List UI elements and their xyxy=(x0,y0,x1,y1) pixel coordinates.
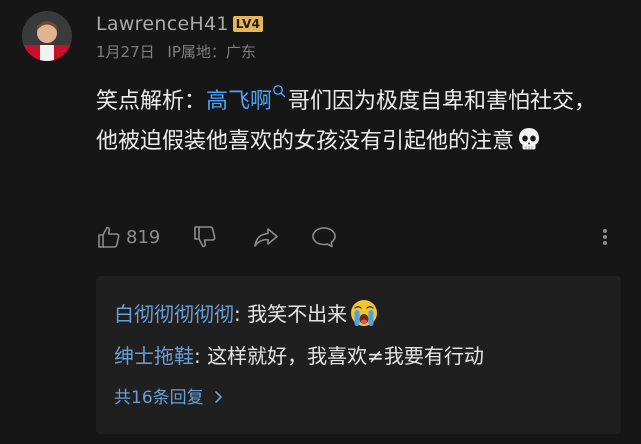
reply-separator: : xyxy=(234,302,248,326)
comment-text-prefix: 笑点解析： xyxy=(96,89,207,114)
thumbs-up-icon xyxy=(98,226,120,248)
reply-text: 我笑不出来 xyxy=(247,302,348,326)
dislike-button[interactable] xyxy=(192,222,218,252)
like-button[interactable]: 819 xyxy=(96,222,160,252)
comment-date: 1月27日 xyxy=(96,43,155,61)
view-all-replies-link[interactable]: 共16条回复 xyxy=(114,386,223,410)
chevron-right-icon xyxy=(215,391,222,403)
mention-text[interactable]: 高飞啊 xyxy=(206,89,272,114)
share-button[interactable] xyxy=(252,222,280,252)
comment-meta: 1月27日 IP属地：广东 xyxy=(96,42,256,62)
crying-emoji-icon xyxy=(351,300,378,326)
comment-actions: 819 xyxy=(96,222,621,252)
like-count: 819 xyxy=(126,226,161,248)
reply-text: 这样就好，我喜欢≠我要有行动 xyxy=(207,344,484,368)
level-badge: LV4 xyxy=(232,16,264,32)
ip-location: IP属地：广东 xyxy=(167,43,256,61)
comment-text: 笑点解析：高飞啊 哥们因为极度自卑和害怕社交，他被迫假装他喜欢的女孩没有引起他的注… xyxy=(96,82,616,162)
reply-item[interactable]: 白彻彻彻彻彻: 我笑不出来 xyxy=(114,298,379,328)
more-replies-label[interactable]: 共16条回复 xyxy=(114,388,204,408)
comment-card: LawrenceH41 LV4 1月27日 IP属地：广东 笑点解析：高飞啊 哥们因… xyxy=(0,0,641,444)
username[interactable]: LawrenceH41 LV4 xyxy=(96,12,264,36)
share-icon xyxy=(254,228,278,247)
reply-separator: : xyxy=(194,344,208,368)
more-options-button[interactable] xyxy=(599,222,611,252)
more-vertical-icon xyxy=(603,229,607,245)
reply-author[interactable]: 白彻彻彻彻彻 xyxy=(114,302,234,326)
comment-icon xyxy=(312,227,336,248)
mention-link[interactable]: 高飞啊 xyxy=(206,85,288,114)
avatar[interactable] xyxy=(22,11,72,61)
reply-preview-box[interactable]: 白彻彻彻彻彻: 我笑不出来 绅士拖鞋: 这样就好，我喜欢≠我要有行动 共16条回… xyxy=(96,276,621,434)
username-text[interactable]: LawrenceH41 xyxy=(96,13,229,35)
search-icon xyxy=(273,85,286,98)
skull-emoji-icon xyxy=(519,128,540,150)
reply-item[interactable]: 绅士拖鞋: 这样就好，我喜欢≠我要有行动 xyxy=(114,342,484,370)
reply-button[interactable] xyxy=(310,222,338,252)
reply-author[interactable]: 绅士拖鞋 xyxy=(114,344,194,368)
thumbs-down-icon xyxy=(194,226,216,248)
